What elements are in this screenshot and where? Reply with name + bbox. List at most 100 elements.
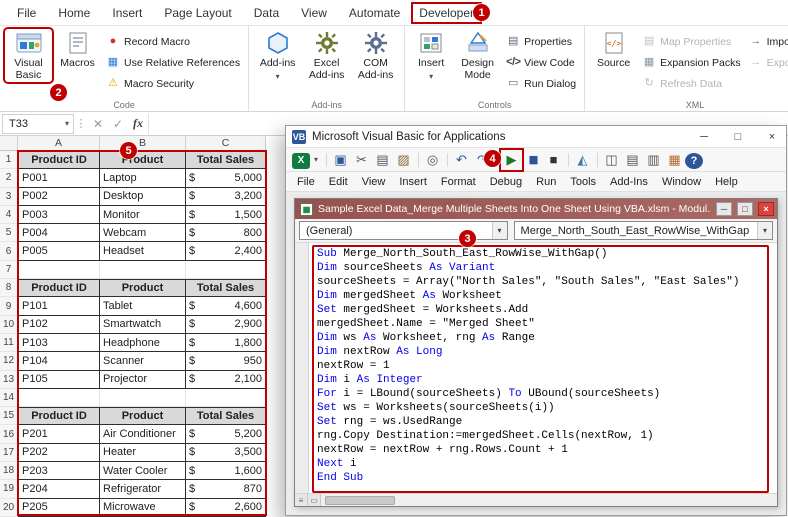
row-number[interactable]: 18 (0, 462, 18, 480)
row-number[interactable]: 17 (0, 444, 18, 462)
insert-control-button[interactable]: Insert ▾ (410, 29, 452, 82)
vba-menu-item[interactable]: Debug (483, 176, 529, 188)
cell-product[interactable]: Scanner (100, 352, 186, 370)
name-box[interactable]: T33 ▾ (2, 114, 74, 134)
cell-total-sales[interactable] (186, 261, 266, 279)
tab-page-layout[interactable]: Page Layout (153, 2, 242, 24)
properties-button[interactable]: ▤ Properties (503, 32, 579, 51)
cell-total-sales[interactable]: $ 1,800 (186, 334, 266, 352)
cell-product[interactable]: Monitor (100, 206, 186, 224)
cut-icon[interactable]: ✂ (351, 150, 372, 170)
cell-total-sales[interactable]: $ 800 (186, 224, 266, 242)
cell-product[interactable]: Air Conditioner (100, 425, 186, 443)
refresh-data-button[interactable]: ↻ Refresh Data (639, 74, 744, 93)
row-number[interactable]: 10 (0, 316, 18, 334)
module-restore-button[interactable]: □ (737, 202, 753, 216)
cell-total-sales[interactable]: $ 950 (186, 352, 266, 370)
close-button[interactable]: × (758, 126, 786, 147)
row-number[interactable]: 4 (0, 206, 18, 224)
cell-product[interactable]: Headset (100, 242, 186, 260)
cell-total-sales[interactable]: $ 2,400 (186, 242, 266, 260)
vba-menu-item[interactable]: Insert (392, 176, 434, 188)
row-number[interactable]: 14 (0, 389, 18, 407)
cell-total-sales[interactable]: $ 1,500 (186, 206, 266, 224)
tab-data[interactable]: Data (243, 2, 290, 24)
break-icon[interactable]: ▮▮ (522, 150, 543, 170)
row-number[interactable]: 9 (0, 297, 18, 315)
project-explorer-icon[interactable]: ◫ (601, 150, 622, 170)
row-number[interactable]: 12 (0, 352, 18, 370)
addins-button[interactable]: Add-ins ▾ (254, 29, 301, 82)
vba-menu-item[interactable]: Format (434, 176, 483, 188)
cancel-icon[interactable]: ✕ (88, 117, 108, 131)
com-addins-button[interactable]: COM Add-ins (352, 29, 399, 82)
cell-product-id[interactable]: P105 (18, 371, 100, 389)
cell-product-id[interactable]: P202 (18, 444, 100, 462)
cell-product[interactable]: Tablet (100, 297, 186, 315)
module-close-button[interactable]: × (758, 202, 774, 216)
cell-total-sales[interactable]: $ 4,600 (186, 297, 266, 315)
cell-product-id[interactable]: P103 (18, 334, 100, 352)
macro-security-button[interactable]: ⚠ Macro Security (103, 74, 243, 93)
cell-total-sales[interactable]: Total Sales (186, 407, 266, 425)
cell-total-sales[interactable]: $ 870 (186, 480, 266, 498)
column-header[interactable]: A (18, 136, 100, 151)
toolbar-separator[interactable] (322, 150, 330, 170)
vba-menu-item[interactable]: Tools (563, 176, 603, 188)
row-number[interactable]: 5 (0, 224, 18, 242)
row-number[interactable]: 20 (0, 499, 18, 517)
save-icon[interactable]: ▣ (330, 150, 351, 170)
tab-developer[interactable]: Developer (411, 2, 482, 24)
source-button[interactable]: </> Source (590, 29, 637, 70)
record-macro-button[interactable]: ● Record Macro (103, 32, 243, 51)
cell-total-sales[interactable]: $ 5,000 (186, 169, 266, 187)
cell-product[interactable]: Smartwatch (100, 316, 186, 334)
tab-view[interactable]: View (290, 2, 338, 24)
cell-product-id[interactable]: P003 (18, 206, 100, 224)
vba-menu-item[interactable]: Window (655, 176, 708, 188)
cell-product[interactable]: Product (100, 407, 186, 425)
tab-automate[interactable]: Automate (338, 2, 411, 24)
cell-product-id[interactable]: P004 (18, 224, 100, 242)
vba-menu-item[interactable]: Edit (322, 176, 355, 188)
cell-product[interactable] (100, 261, 186, 279)
visual-basic-button[interactable]: Visual Basic (5, 29, 52, 82)
cell-product-id[interactable]: P204 (18, 480, 100, 498)
cell-product-id[interactable]: P203 (18, 462, 100, 480)
cell-total-sales[interactable]: Total Sales (186, 279, 266, 297)
object-browser-icon[interactable]: ▥ (643, 150, 664, 170)
cell-total-sales[interactable]: $ 3,500 (186, 444, 266, 462)
cell-product[interactable]: Water Cooler (100, 462, 186, 480)
design-mode-icon[interactable]: ◭ (572, 150, 593, 170)
cell-product[interactable]: Webcam (100, 224, 186, 242)
row-number[interactable]: 19 (0, 480, 18, 498)
view-code-button[interactable]: </> View Code (503, 53, 579, 72)
cell-product-id[interactable]: P201 (18, 425, 100, 443)
object-dropdown[interactable]: (General) ▾ (299, 221, 508, 240)
cell-total-sales[interactable]: $ 2,900 (186, 316, 266, 334)
map-properties-button[interactable]: ▤ Map Properties (639, 32, 744, 51)
cell-product-id[interactable]: P002 (18, 188, 100, 206)
find-icon[interactable]: ◎ (422, 150, 443, 170)
maximize-button[interactable]: □ (724, 126, 752, 147)
procedure-dropdown[interactable]: Merge_North_South_East_RowWise_WithGap ▾ (514, 221, 773, 240)
cell-product[interactable]: Refrigerator (100, 480, 186, 498)
cell-product[interactable]: Laptop (100, 169, 186, 187)
formula-bar-options-icon[interactable]: ⋮ (74, 117, 88, 130)
chevron-down-icon[interactable]: ▾ (310, 150, 322, 170)
expansion-packs-button[interactable]: ▦ Expansion Packs (639, 53, 744, 72)
copy-icon[interactable]: ▤ (372, 150, 393, 170)
enter-check-icon[interactable]: ✓ (108, 117, 128, 131)
column-header[interactable]: B (100, 136, 186, 151)
export-button[interactable]: → Export (746, 53, 788, 72)
tab-file[interactable]: File (6, 2, 47, 24)
horizontal-scrollbar[interactable]: ≡ ▭ (295, 493, 777, 506)
module-minimize-button[interactable]: ─ (716, 202, 732, 216)
cell-total-sales[interactable]: $ 1,600 (186, 462, 266, 480)
row-number[interactable]: 15 (0, 407, 18, 425)
excel-addins-button[interactable]: Excel Add-ins (303, 29, 350, 82)
help-icon[interactable]: ? (685, 153, 703, 169)
view-excel-button[interactable]: X (292, 153, 310, 169)
import-button[interactable]: → Import (746, 32, 788, 51)
cell-product-id[interactable]: P001 (18, 169, 100, 187)
